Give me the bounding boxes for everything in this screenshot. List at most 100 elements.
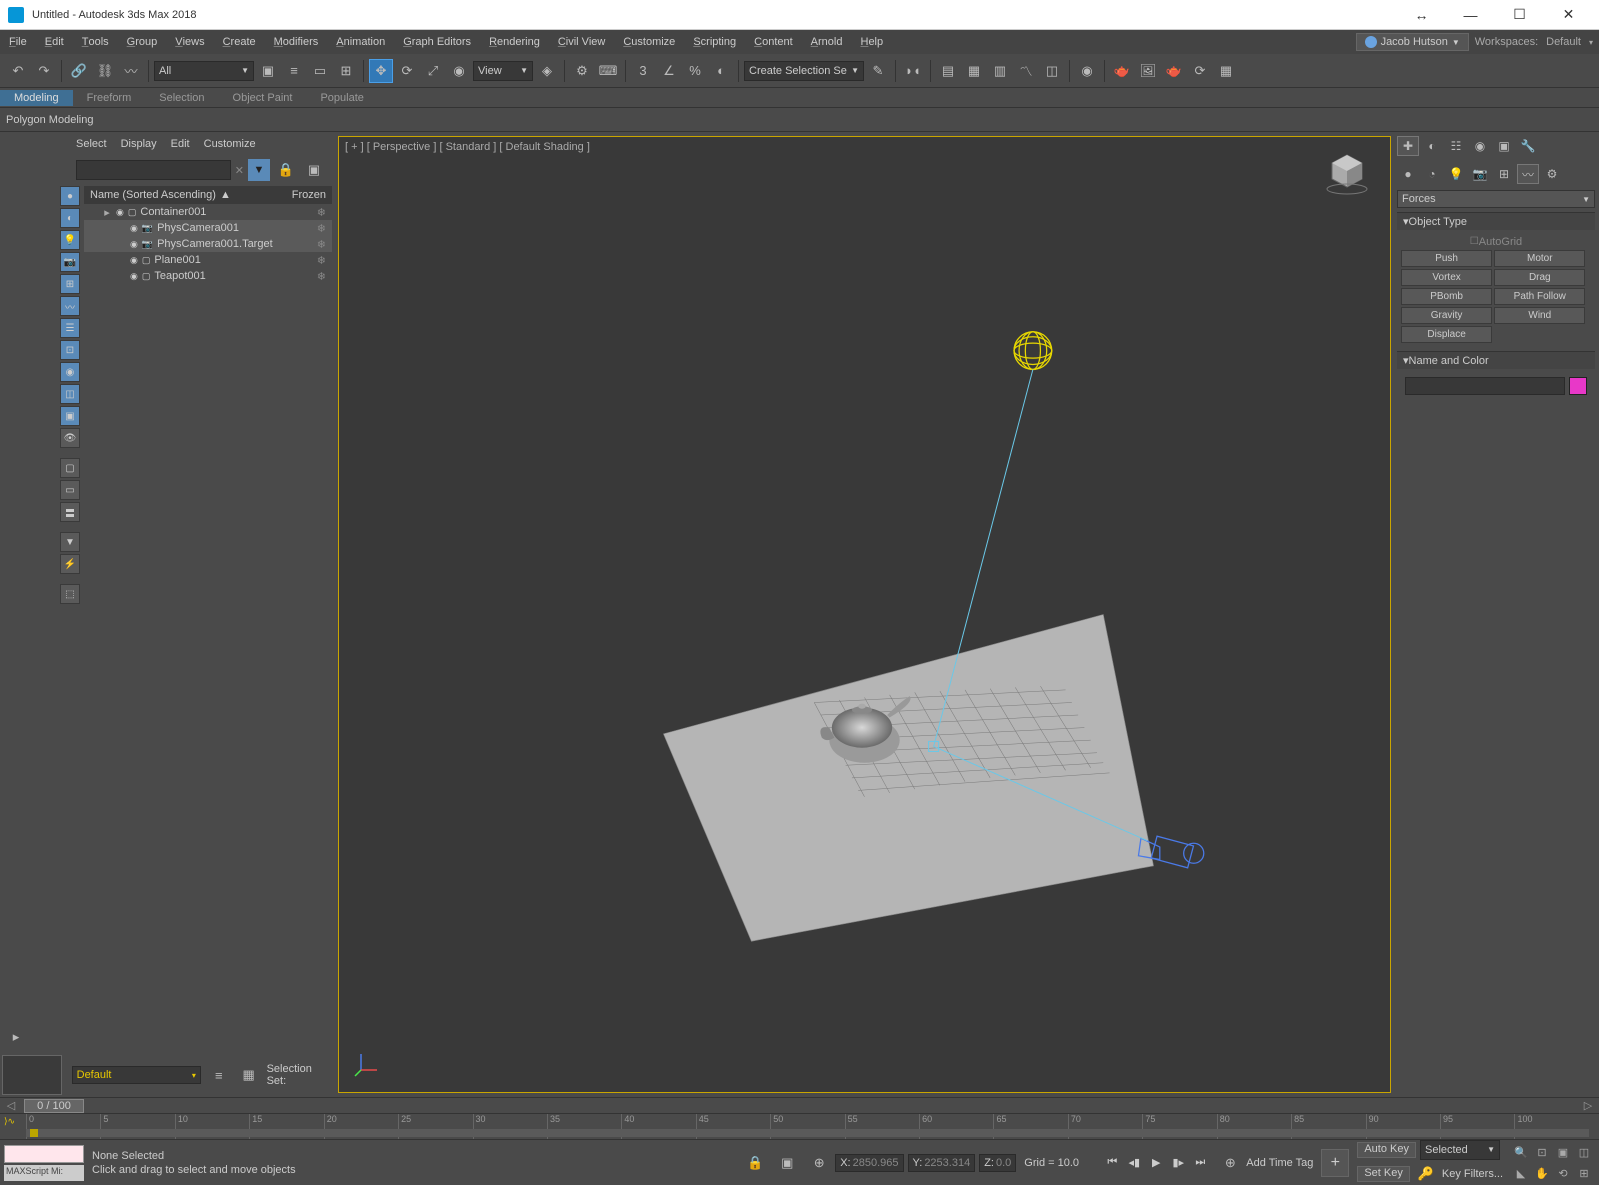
expand-tree-button[interactable]: ▸ <box>4 1025 28 1049</box>
menu-help[interactable]: Help <box>851 30 892 54</box>
manipulate-button[interactable]: ⚙ <box>570 59 594 83</box>
display-tab[interactable]: ▣ <box>1493 136 1515 156</box>
create-tab[interactable]: ✚ <box>1397 136 1419 156</box>
rectangle-region-button[interactable]: ▭ <box>308 59 332 83</box>
key-filters-link[interactable]: Key Filters... <box>1442 1168 1503 1180</box>
isolate-icon[interactable]: ▣ <box>775 1151 799 1175</box>
se-filter-icon-1[interactable]: ◐ <box>60 208 80 228</box>
se-filter-icon-4[interactable]: ⊞ <box>60 274 80 294</box>
se-filter-icon-8[interactable]: ◉ <box>60 362 80 382</box>
se-tab-edit[interactable]: Edit <box>171 138 190 150</box>
prev-frame-button[interactable]: ◂▮ <box>1124 1153 1144 1173</box>
layer-icon-1[interactable]: ≡ <box>207 1063 231 1087</box>
utilities-tab[interactable]: 🔧 <box>1517 136 1539 156</box>
menu-file[interactable]: File <box>0 30 36 54</box>
viewcube[interactable] <box>1322 147 1372 197</box>
next-frame-button[interactable]: ▮▸ <box>1168 1153 1188 1173</box>
rendered-frame-button[interactable]: 🖼 <box>1136 59 1160 83</box>
force-wind-button[interactable]: Wind <box>1494 307 1585 324</box>
user-account-button[interactable]: Jacob Hutson ▼ <box>1356 33 1469 51</box>
shapes-icon[interactable]: ◔ <box>1421 164 1443 184</box>
scene-item-container001[interactable]: ▸◉▢Container001❄ <box>84 204 332 220</box>
menu-rendering[interactable]: Rendering <box>480 30 549 54</box>
select-move-button[interactable]: ✥ <box>369 59 393 83</box>
material-preview-slot[interactable] <box>2 1055 62 1095</box>
force-motor-button[interactable]: Motor <box>1494 250 1585 267</box>
time-tag-icon[interactable]: ⊕ <box>1218 1151 1242 1175</box>
play-button[interactable]: ▶ <box>1146 1153 1166 1173</box>
lock-selection-icon[interactable]: 🔒 <box>743 1151 767 1175</box>
scene-item-teapot001[interactable]: ◉▢Teapot001❄ <box>84 268 332 284</box>
lights-icon[interactable]: 💡 <box>1445 164 1467 184</box>
select-scale-button[interactable]: ⤢ <box>421 59 445 83</box>
mirror-button[interactable]: ◗◖ <box>901 59 925 83</box>
se-tab-display[interactable]: Display <box>121 138 157 150</box>
force-vortex-button[interactable]: Vortex <box>1401 269 1492 286</box>
se-tab-select[interactable]: Select <box>76 138 107 150</box>
transform-type-icon[interactable]: ⊕ <box>807 1151 831 1175</box>
motion-tab[interactable]: ◉ <box>1469 136 1491 156</box>
menu-customize[interactable]: Customize <box>614 30 684 54</box>
scene-item-plane001[interactable]: ◉▢Plane001❄ <box>84 252 332 268</box>
time-slider[interactable]: ◁ 0 / 100 ▷ <box>0 1097 1599 1113</box>
geometry-icon[interactable]: ● <box>1397 164 1419 184</box>
se-filter-icon-6[interactable]: ☰ <box>60 318 80 338</box>
category-dropdown[interactable]: Forces▼ <box>1397 190 1595 208</box>
menu-edit[interactable]: Edit <box>36 30 73 54</box>
spacewarps-icon[interactable]: 〰 <box>1517 164 1539 184</box>
object-name-input[interactable] <box>1405 377 1565 395</box>
time-slider-thumb[interactable]: 0 / 100 <box>24 1099 84 1113</box>
ribbon-tab-selection[interactable]: Selection <box>145 90 218 106</box>
se-filter-icon-15[interactable]: 〓 <box>60 502 80 522</box>
se-filter-icon-11[interactable]: 👁 <box>60 428 80 448</box>
align-button[interactable]: ▤ <box>936 59 960 83</box>
force-gravity-button[interactable]: Gravity <box>1401 307 1492 324</box>
selection-filter-dropdown[interactable]: All▼ <box>154 61 254 81</box>
light-object[interactable] <box>1014 332 1052 370</box>
scene-item-physcamera001[interactable]: ◉📷PhysCamera001❄ <box>84 220 332 236</box>
select-by-name-button[interactable]: ≡ <box>282 59 306 83</box>
menu-graph-editors[interactable]: Graph Editors <box>394 30 480 54</box>
x-coord-input[interactable]: X:2850.965 <box>835 1154 903 1172</box>
keyframe-marker[interactable] <box>30 1129 38 1137</box>
redo-button[interactable]: ↷ <box>32 59 56 83</box>
zoom-extents-all-button[interactable]: ◫ <box>1574 1142 1594 1162</box>
select-object-button[interactable]: ▣ <box>256 59 280 83</box>
cameras-icon[interactable]: 📷 <box>1469 164 1491 184</box>
link-button[interactable]: 🔗 <box>67 59 91 83</box>
se-filter-icon-10[interactable]: ▣ <box>60 406 80 426</box>
zoom-extents-button[interactable]: ▣ <box>1553 1142 1573 1162</box>
helpers-icon[interactable]: ⊞ <box>1493 164 1515 184</box>
ref-coord-dropdown[interactable]: View▼ <box>473 61 533 81</box>
undo-button[interactable]: ↶ <box>6 59 30 83</box>
goto-start-button[interactable]: ⏮ <box>1102 1153 1122 1173</box>
menu-animation[interactable]: Animation <box>327 30 394 54</box>
menu-group[interactable]: Group <box>118 30 167 54</box>
se-filter-icon-7[interactable]: ⊡ <box>60 340 80 360</box>
key-filter-dropdown[interactable]: Selected▼ <box>1420 1140 1500 1160</box>
named-selection-dropdown[interactable]: Create Selection Se▼ <box>744 61 864 81</box>
se-filter-icon-9[interactable]: ◫ <box>60 384 80 404</box>
se-filter-icon-2[interactable]: 💡 <box>60 230 80 250</box>
se-filter-icon-18[interactable]: ⚡ <box>60 554 80 574</box>
menu-content[interactable]: Content <box>745 30 802 54</box>
layer-explorer-button[interactable]: ▦ <box>962 59 986 83</box>
ribbon-tab-freeform[interactable]: Freeform <box>73 90 146 106</box>
render-production-button[interactable]: 🫖 <box>1162 59 1186 83</box>
se-filter-icon-3[interactable]: 📷 <box>60 252 80 272</box>
render-setup-button[interactable]: 🫖 <box>1110 59 1134 83</box>
lock-icon[interactable]: 🔒 <box>274 158 298 182</box>
viewport[interactable]: [ + ] [ Perspective ] [ Standard ] [ Def… <box>338 136 1391 1093</box>
select-rotate-button[interactable]: ⟳ <box>395 59 419 83</box>
spinner-snap-button[interactable]: ◐ <box>709 59 733 83</box>
material-editor-button[interactable]: ◉ <box>1075 59 1099 83</box>
force-path-follow-button[interactable]: Path Follow <box>1494 288 1585 305</box>
force-displace-button[interactable]: Displace <box>1401 326 1492 343</box>
se-filter-icon-13[interactable]: ▢ <box>60 458 80 478</box>
modify-tab[interactable]: ◐ <box>1421 136 1443 156</box>
polygon-modeling-label[interactable]: Polygon Modeling <box>6 114 93 126</box>
keyboard-shortcut-button[interactable]: ⌨ <box>596 59 620 83</box>
toggle-ribbon-button[interactable]: ▥ <box>988 59 1012 83</box>
time-prev-icon[interactable]: ◁ <box>4 1099 18 1113</box>
set-key-button[interactable]: Set Key <box>1357 1166 1410 1182</box>
